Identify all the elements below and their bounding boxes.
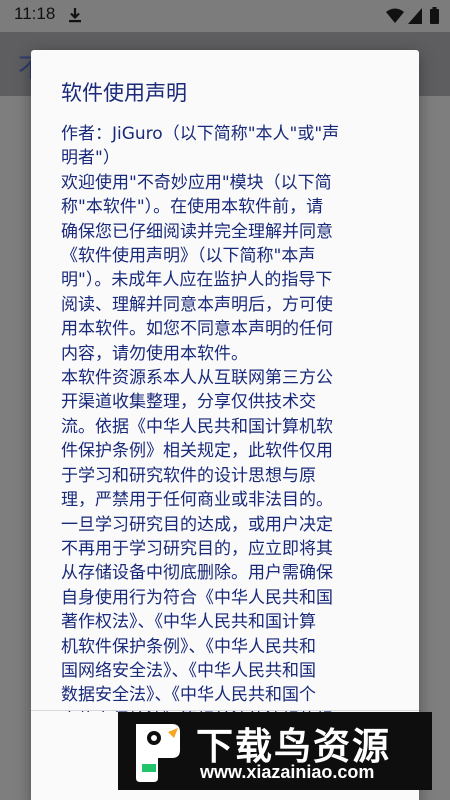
signal-icon: [408, 8, 422, 24]
dialog-text-line: 自身使用行为符合《中华人民共和国: [61, 587, 333, 608]
dialog-divider: [31, 710, 419, 711]
dialog-text-line: 阅读、理解并同意本声明后，方可使: [61, 294, 333, 315]
status-bar: 11:18: [0, 0, 450, 32]
watermark-url: www.xiazainiao.com: [200, 762, 375, 782]
dialog-text-line: 欢迎使用"不奇妙应用"模块（以下简: [61, 172, 332, 193]
disclaimer-dialog: 软件使用声明 作者：JiGuro（以下简称"本人"或"声 明者"） 欢迎使用"不奇妙…: [31, 50, 419, 800]
dialog-text-line: 称"本软件"）。在使用本软件前，请: [61, 197, 324, 218]
dialog-text-line: 流。依据《中华人民共和国计算机软: [61, 416, 333, 437]
dialog-text-line: 于学习和研究软件的设计思想与原: [61, 465, 316, 486]
watermark-banner: 下载鸟资源 www.xiazainiao.com: [118, 712, 432, 790]
dialog-text-line: 明者"）: [61, 148, 120, 169]
dialog-text-line: 件保护条例》相关规定，此软件仅用: [61, 441, 333, 462]
dialog-text-line: 一旦学习研究目的达成，或用户决定: [61, 514, 333, 535]
dialog-text-line: 从存储设备中彻底删除。用户需确保: [61, 563, 333, 584]
download-icon: [69, 8, 81, 23]
dialog-text-line: 作者：JiGuro（以下简称"本人"或"声: [61, 124, 340, 144]
dialog-text-line: 机软件保护条例》、《中华人民共和: [61, 636, 316, 657]
dialog-text-line: 国网络安全法》、《中华人民共和国: [61, 660, 316, 681]
dialog-text-line: 内容，请勿使用本软件。: [61, 343, 248, 364]
battery-icon: [430, 7, 439, 24]
dialog-body-scroll[interactable]: 作者：JiGuro（以下简称"本人"或"声 明者"） 欢迎使用"不奇妙应用"模块（以…: [61, 122, 399, 712]
dialog-text-line: 明"）。未成年人应在监护人的指导下: [61, 270, 333, 291]
dialog-text-line: 理，严禁用于任何商业或非法目的。: [61, 490, 333, 511]
dialog-text-line: 本软件资源系本人从互联网第三方公: [61, 368, 333, 389]
dialog-text-line: 《软件使用声明》（以下简称"本声: [61, 246, 316, 267]
dialog-text-line: 开渠道收集整理，分享仅供技术交: [61, 392, 316, 413]
dialog-text-line: 著作权法》、《中华人民共和国计算: [61, 612, 316, 633]
dialog-text-line: 确保您已仔细阅读并完全理解并同意: [61, 221, 333, 242]
status-time: 11:18: [14, 4, 56, 23]
dialog-text-line: 用本软件。如您不同意本声明的任何: [61, 319, 333, 340]
wifi-icon: [386, 8, 404, 23]
dialog-text-line: 不再用于学习研究目的，应立即将其: [61, 538, 333, 559]
dialog-text-line: 数据安全法》、《中华人民共和国个: [61, 685, 316, 706]
dialog-title: 软件使用声明: [61, 81, 187, 105]
bird-logo-icon: [136, 724, 180, 782]
